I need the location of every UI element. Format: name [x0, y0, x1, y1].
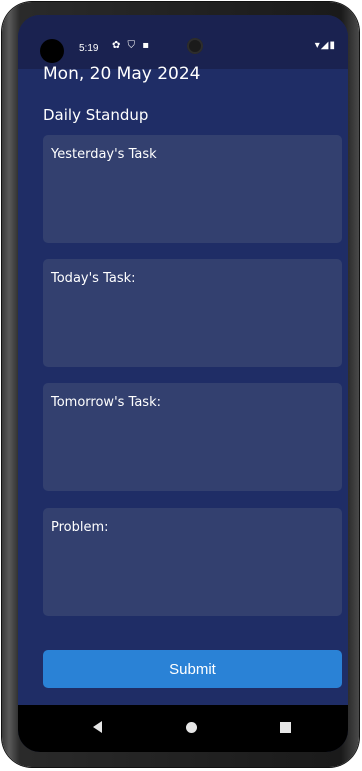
- field-label: Tomorrow's Task:: [51, 395, 161, 410]
- field-label: Problem:: [51, 520, 109, 535]
- camera-cutout-icon: [40, 39, 64, 63]
- today-task-field[interactable]: Today's Task:: [43, 259, 342, 367]
- home-icon[interactable]: [186, 722, 197, 733]
- field-label: Yesterday's Task: [51, 147, 157, 162]
- field-label: Today's Task:: [51, 271, 136, 286]
- problem-field[interactable]: Problem:: [43, 508, 342, 616]
- tomorrow-task-field[interactable]: Tomorrow's Task:: [43, 383, 342, 491]
- form-title: Daily Standup: [43, 106, 149, 124]
- submit-button[interactable]: Submit: [43, 650, 342, 688]
- notification-icons: ✿ ⛉ ▪: [112, 40, 152, 51]
- front-camera-icon: [187, 38, 203, 54]
- status-time: 5:19: [79, 43, 99, 54]
- signal-battery-icons: ▾◢▮: [314, 40, 336, 51]
- recents-icon[interactable]: [280, 722, 291, 733]
- app-screen: 5:19 ✿ ⛉ ▪ ▾◢▮ Mon, 20 May 2024 Daily St…: [18, 15, 348, 752]
- navigation-bar: [18, 705, 348, 752]
- date-heading: Mon, 20 May 2024: [43, 64, 201, 84]
- yesterday-task-field[interactable]: Yesterday's Task: [43, 135, 342, 243]
- status-bar: 5:19 ✿ ⛉ ▪ ▾◢▮: [18, 15, 348, 69]
- phone-frame: 5:19 ✿ ⛉ ▪ ▾◢▮ Mon, 20 May 2024 Daily St…: [2, 2, 359, 767]
- back-icon[interactable]: [93, 721, 102, 733]
